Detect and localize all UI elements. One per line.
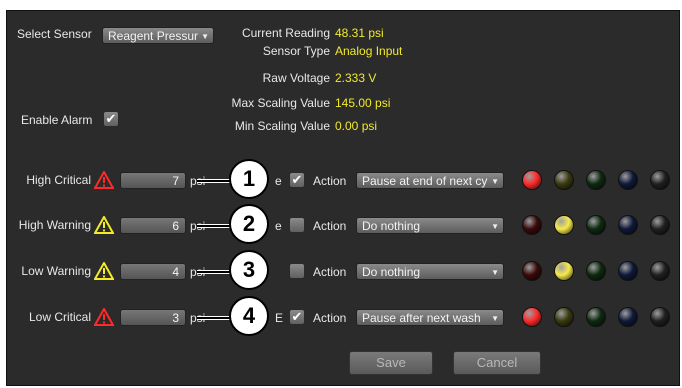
action-select-value: Do nothing xyxy=(362,265,421,279)
action-label: Action xyxy=(313,311,347,325)
chevron-down-icon: ▼ xyxy=(491,222,499,231)
current-reading-value: 48.31 psi xyxy=(335,26,384,40)
action-label: Action xyxy=(313,219,347,233)
callout-leader xyxy=(197,179,231,183)
action-select-value: Pause at end of next cy xyxy=(362,174,488,188)
current-reading-label: Current Reading xyxy=(241,26,330,40)
check-icon: ✔ xyxy=(291,172,303,187)
blue-led-indicator xyxy=(618,307,638,327)
sensor-select-value: Reagent Pressur xyxy=(108,29,199,43)
check-icon: ✔ xyxy=(291,309,303,324)
sensor-alarm-panel: Select Sensor Reagent Pressur ▼ Enable A… xyxy=(6,10,680,386)
action-select-value: Do nothing xyxy=(362,219,421,233)
sensor-type-value: Analog Input xyxy=(335,44,403,58)
chevron-down-icon: ▼ xyxy=(491,314,499,323)
callout-leader xyxy=(197,224,231,228)
yellow-led-indicator xyxy=(554,170,574,190)
enable-label-fragment: e xyxy=(275,174,282,188)
threshold-input[interactable]: 4 xyxy=(120,263,186,280)
blue-led-indicator xyxy=(618,261,638,281)
dark-led-indicator xyxy=(650,261,670,281)
warning-yellow-icon xyxy=(94,216,114,234)
check-icon: ✔ xyxy=(105,111,117,126)
sensor-type-label: Sensor Type xyxy=(262,44,330,58)
blue-led-indicator xyxy=(618,170,638,190)
warning-yellow-icon xyxy=(94,262,114,280)
callout-leader xyxy=(197,270,231,274)
yellow-led-indicator xyxy=(554,261,574,281)
red-led-indicator xyxy=(522,261,542,281)
max-scaling-label: Max Scaling Value xyxy=(231,96,331,110)
callout-marker: 1 xyxy=(229,159,269,199)
action-select[interactable]: Pause at end of next cy ▼ xyxy=(356,172,504,189)
alarm-label: High Critical xyxy=(26,173,91,187)
alarm-enable-checkbox[interactable]: ✔ xyxy=(289,172,305,188)
chevron-down-icon: ▼ xyxy=(491,268,499,277)
enable-alarm-checkbox[interactable]: ✔ xyxy=(103,111,119,127)
alarm-label: Low Critical xyxy=(28,310,91,324)
alarm-enable-checkbox[interactable] xyxy=(289,217,305,233)
alarm-label: Low Warning xyxy=(21,264,91,278)
threshold-input[interactable]: 7 xyxy=(120,172,186,189)
action-select-value: Pause after next wash xyxy=(362,311,481,325)
action-label: Action xyxy=(313,174,347,188)
action-label: Action xyxy=(313,265,347,279)
min-scaling-value: 0.00 psi xyxy=(335,119,378,133)
enable-alarm-label: Enable Alarm xyxy=(21,113,93,127)
action-select[interactable]: Do nothing ▼ xyxy=(356,217,504,234)
dark-led-indicator xyxy=(650,307,670,327)
callout-marker: 4 xyxy=(229,296,269,336)
warning-red-icon xyxy=(94,171,114,189)
dark-led-indicator xyxy=(650,215,670,235)
green-led-indicator xyxy=(586,307,606,327)
red-led-indicator xyxy=(522,170,542,190)
callout-marker: 2 xyxy=(229,204,269,244)
callout-leader xyxy=(197,316,231,320)
alarm-enable-checkbox[interactable] xyxy=(289,263,305,279)
threshold-input[interactable]: 6 xyxy=(120,217,186,234)
red-led-indicator xyxy=(522,215,542,235)
green-led-indicator xyxy=(586,215,606,235)
action-select[interactable]: Pause after next wash ▼ xyxy=(356,309,504,326)
blue-led-indicator xyxy=(618,215,638,235)
green-led-indicator xyxy=(586,170,606,190)
yellow-led-indicator xyxy=(554,215,574,235)
sensor-select[interactable]: Reagent Pressur ▼ xyxy=(102,27,214,44)
action-select[interactable]: Do nothing ▼ xyxy=(356,263,504,280)
dark-led-indicator xyxy=(650,170,670,190)
save-button[interactable]: Save xyxy=(349,351,433,375)
max-scaling-value: 145.00 psi xyxy=(335,96,391,110)
select-sensor-label: Select Sensor xyxy=(17,27,92,41)
chevron-down-icon: ▼ xyxy=(491,177,499,186)
raw-voltage-value: 2.333 V xyxy=(335,71,377,85)
warning-red-icon xyxy=(94,308,114,326)
enable-label-fragment: E xyxy=(275,311,284,325)
alarm-enable-checkbox[interactable]: ✔ xyxy=(289,309,305,325)
callout-marker: 3 xyxy=(229,250,269,290)
green-led-indicator xyxy=(586,261,606,281)
yellow-led-indicator xyxy=(554,307,574,327)
threshold-input[interactable]: 3 xyxy=(120,309,186,326)
min-scaling-label: Min Scaling Value xyxy=(234,119,330,133)
red-led-indicator xyxy=(522,307,542,327)
alarm-label: High Warning xyxy=(18,218,91,232)
raw-voltage-label: Raw Voltage xyxy=(262,71,330,85)
cancel-button[interactable]: Cancel xyxy=(453,351,541,375)
enable-label-fragment: e xyxy=(275,219,282,233)
